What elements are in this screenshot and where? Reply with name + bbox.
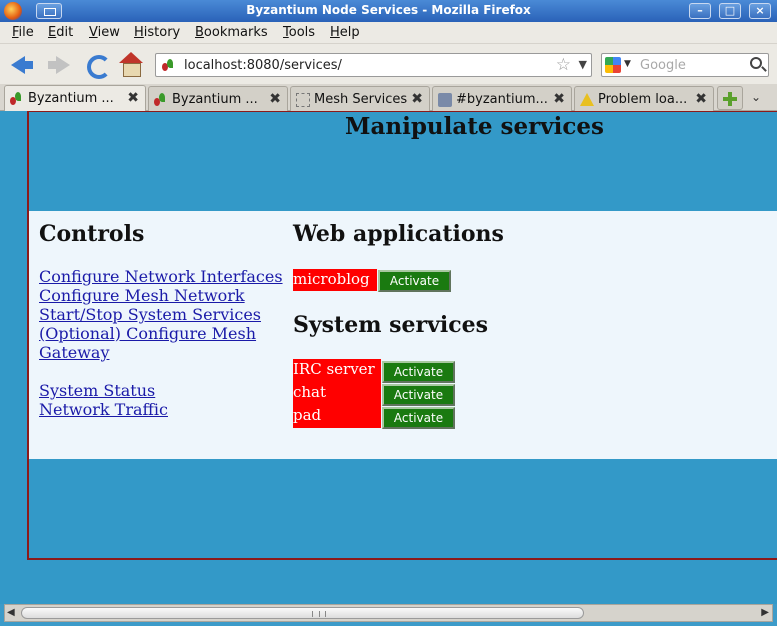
menu-bookmarks[interactable]: Bookmarks [195, 25, 268, 40]
home-icon[interactable] [118, 52, 144, 78]
close-tab-icon[interactable]: ✖ [553, 91, 565, 107]
tab-label: Byzantium ... [28, 91, 114, 106]
engine-dropdown-icon[interactable]: ▼ [624, 59, 631, 69]
tab-mesh-services[interactable]: Mesh Services ✖ [290, 86, 430, 111]
close-tab-icon[interactable]: ✖ [269, 91, 281, 107]
service-label-irc-server: IRC server [293, 360, 375, 378]
new-tab-plus-icon[interactable] [717, 86, 743, 110]
link-configure-mesh-network[interactable]: Configure Mesh Network [39, 286, 289, 305]
tab-label: Mesh Services [314, 92, 408, 107]
menu-view[interactable]: View [89, 25, 120, 40]
search-placeholder[interactable]: Google [640, 58, 686, 73]
horizontal-scrollbar[interactable]: ◀ ▶ [4, 604, 773, 622]
url-bar[interactable]: localhost:8080/services/ ☆ ▼ [155, 53, 592, 77]
close-tab-icon[interactable]: ✖ [411, 91, 423, 107]
tab-byzantium-1[interactable]: Byzantium ... ✖ [4, 85, 146, 112]
google-engine-icon[interactable] [605, 57, 621, 73]
blank-page-icon [296, 93, 310, 107]
link-system-status[interactable]: System Status [39, 381, 289, 400]
main-content-panel: Controls Configure Network Interfaces Co… [29, 211, 777, 459]
maximize-button[interactable]: □ [719, 3, 741, 19]
service-label-chat: chat [293, 383, 327, 401]
scroll-right-arrow-icon[interactable]: ▶ [761, 607, 769, 618]
url-text[interactable]: localhost:8080/services/ [184, 58, 342, 73]
activate-microblog-button[interactable]: Activate [378, 270, 451, 292]
service-label-pad: pad [293, 406, 322, 424]
link-network-traffic[interactable]: Network Traffic [39, 400, 289, 419]
tab-label: #byzantium... [456, 92, 548, 107]
url-dropdown-icon[interactable]: ▼ [579, 58, 587, 71]
tab-bar: Byzantium ... ✖ Byzantium ... ✖ Mesh Ser… [0, 84, 777, 112]
activate-irc-server-button[interactable]: Activate [382, 361, 455, 383]
close-tab-icon[interactable]: ✖ [695, 91, 707, 107]
link-configure-network-interfaces[interactable]: Configure Network Interfaces [39, 267, 289, 286]
site-favicon-icon [162, 59, 174, 71]
byzantium-favicon-icon [10, 92, 24, 106]
menu-tools[interactable]: Tools [283, 25, 315, 40]
bookmark-star-icon[interactable]: ☆ [556, 55, 571, 75]
tab-label: Problem loa... [598, 92, 688, 107]
close-tab-icon[interactable]: ✖ [127, 90, 139, 106]
tab-problem-loading[interactable]: Problem loa... ✖ [574, 86, 714, 111]
link-spacer [39, 362, 289, 381]
menu-bar: File Edit View History Bookmarks Tools H… [0, 22, 777, 44]
system-services-heading: System services [293, 312, 489, 338]
activate-chat-button[interactable]: Activate [382, 384, 455, 406]
window-title: Byzantium Node Services - Mozilla Firefo… [246, 3, 531, 17]
link-configure-mesh-gateway[interactable]: (Optional) Configure Mesh Gateway [39, 324, 289, 362]
tab-list-chevron-icon[interactable]: ⌄ [751, 90, 761, 104]
byzantium-favicon-icon [154, 93, 168, 107]
irc-icon [438, 93, 452, 107]
scroll-left-arrow-icon[interactable]: ◀ [7, 607, 15, 618]
search-icon[interactable] [750, 57, 762, 69]
tab-byzantium-2[interactable]: Byzantium ... ✖ [148, 86, 288, 111]
back-arrow-icon[interactable] [9, 52, 35, 78]
web-applications-heading: Web applications [293, 221, 504, 247]
window-bottom-edge [0, 622, 777, 626]
menu-history[interactable]: History [134, 25, 180, 40]
page-title: Manipulate services [345, 113, 604, 140]
activate-pad-button[interactable]: Activate [382, 407, 455, 429]
menu-edit[interactable]: Edit [48, 25, 73, 40]
tab-byzantium-irc[interactable]: #byzantium... ✖ [432, 86, 572, 111]
link-start-stop-system-services[interactable]: Start/Stop System Services [39, 305, 289, 324]
navigation-toolbar: localhost:8080/services/ ☆ ▼ ▼ Google [0, 44, 777, 84]
scrollbar-thumb[interactable] [21, 607, 584, 619]
close-window-button[interactable]: × [749, 3, 771, 19]
controls-heading: Controls [39, 221, 145, 247]
reload-icon[interactable] [84, 52, 111, 79]
page-viewport: Manipulate services Controls Configure N… [0, 111, 777, 604]
window-titlebar: Byzantium Node Services - Mozilla Firefo… [0, 0, 777, 22]
forward-arrow-icon[interactable] [46, 52, 72, 78]
service-label-microblog: microblog [293, 269, 377, 291]
search-bar[interactable]: ▼ Google [601, 53, 769, 77]
warning-icon [580, 93, 594, 107]
scrollbar-grip-icon [312, 611, 326, 617]
menu-help[interactable]: Help [330, 25, 360, 40]
menu-file[interactable]: File [12, 25, 34, 40]
controls-nav: Configure Network Interfaces Configure M… [39, 267, 289, 419]
tab-label: Byzantium ... [172, 92, 258, 107]
minimize-button[interactable]: – [689, 3, 711, 19]
